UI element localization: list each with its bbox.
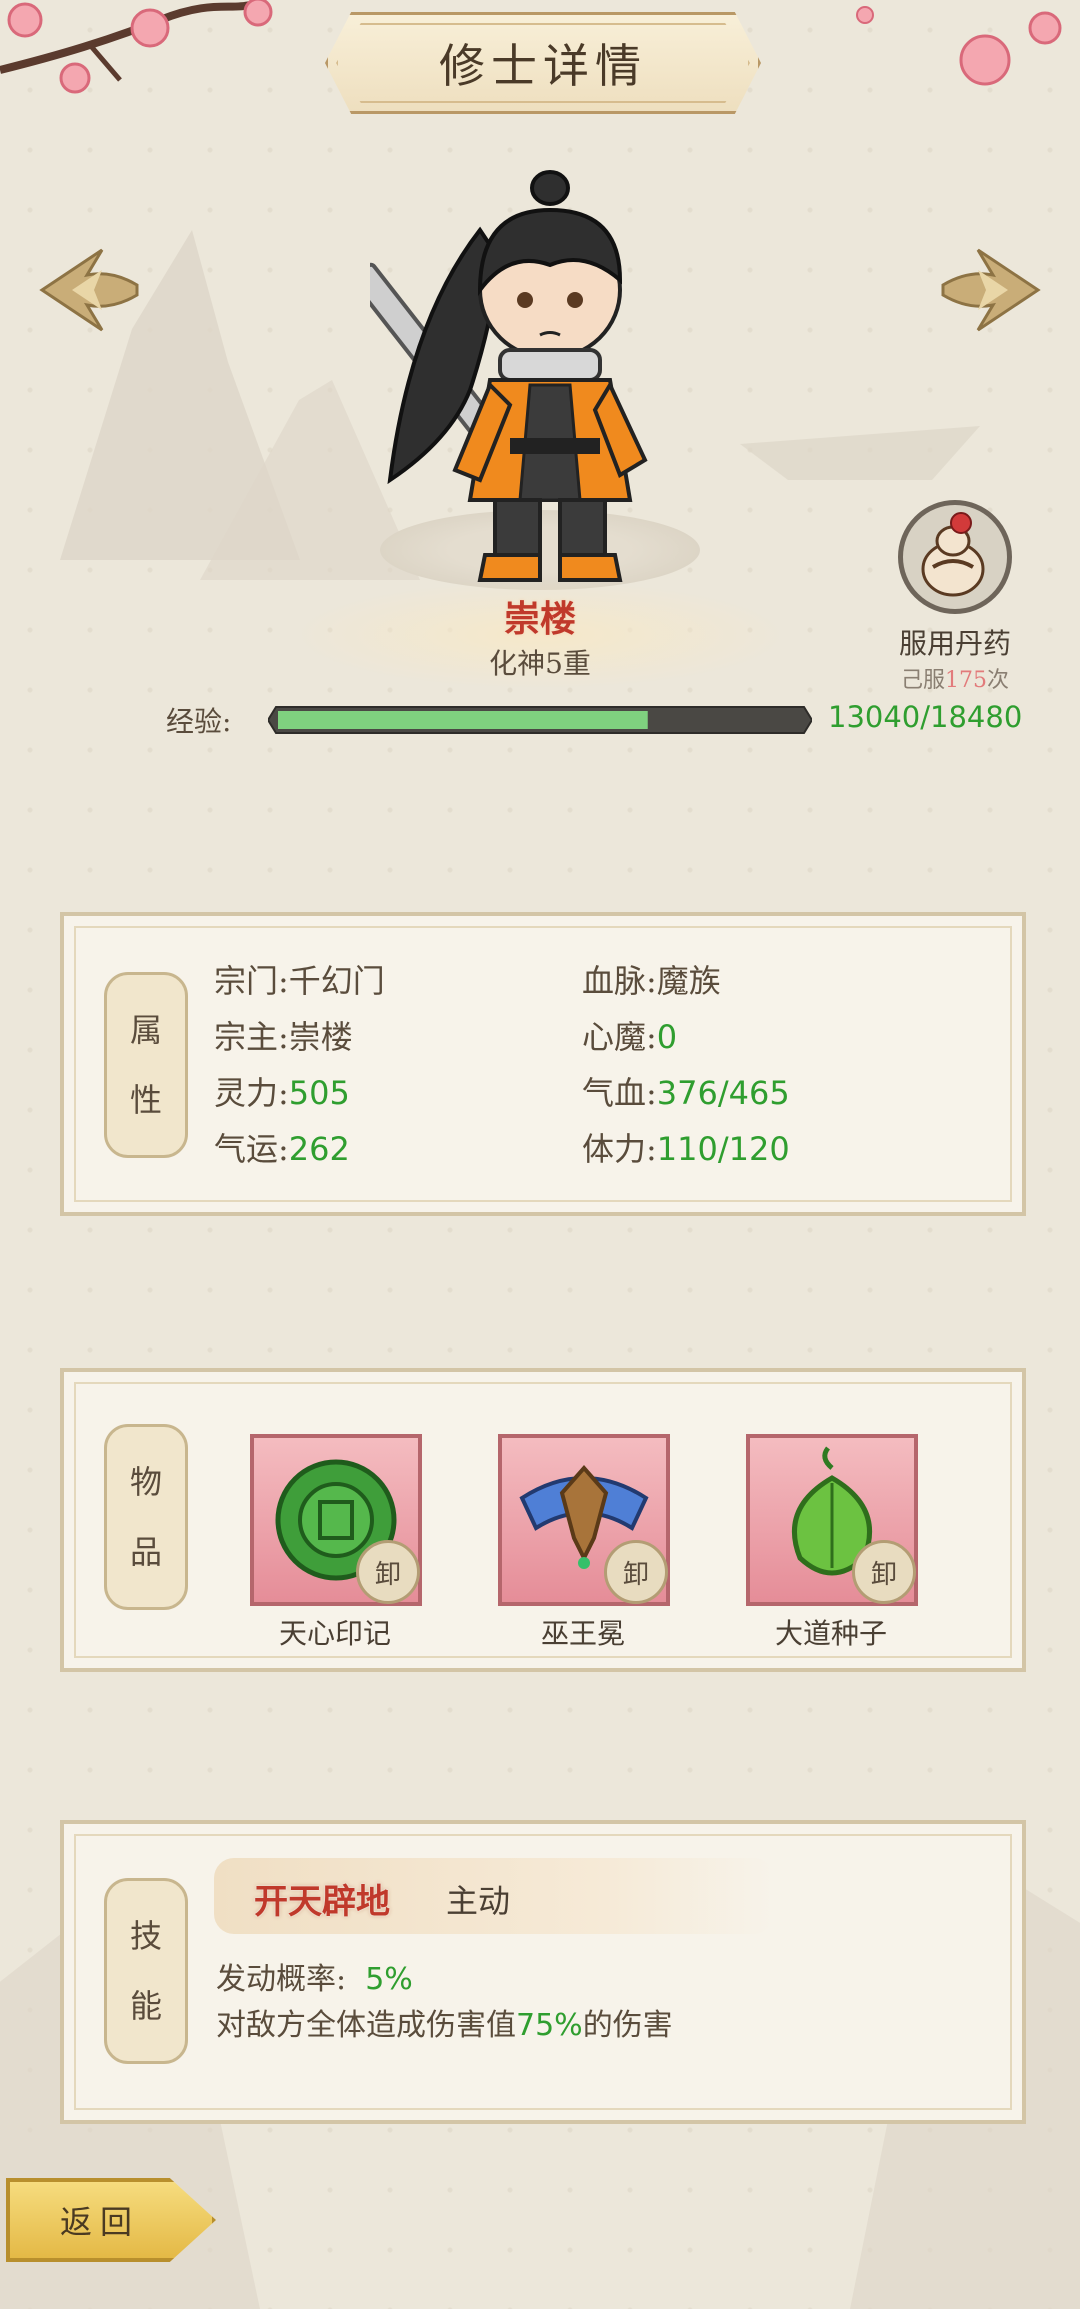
skill-panel: 技 能 开天辟地 主动 发动概率: 5% 对敌方全体造成伤害值75%的伤害 (60, 1820, 1026, 2124)
item-name: 天心印记 (278, 1617, 391, 1650)
skill-header: 开天辟地 主动 (214, 1858, 774, 1934)
hero-name-banner: 崇楼 化神5重 (290, 580, 790, 690)
attr-stamina: 体力:110/120 (582, 1130, 790, 1168)
take-pill-label: 服用丹药 (898, 627, 1011, 660)
pill-count-value: 175 (945, 668, 987, 693)
items-tab: 物 品 (104, 1424, 188, 1610)
hero-portrait (370, 170, 648, 582)
hero-rank: 化神5重 (489, 647, 591, 680)
plum-blossom-branch-left (0, 0, 273, 94)
item-slot[interactable]: 卸 大道种子 (746, 1434, 918, 1652)
attributes-tab-char: 性 (129, 1081, 162, 1119)
item-slot[interactable]: 卸 天心印记 (250, 1434, 422, 1652)
page-title: 修士详情 (439, 39, 647, 93)
skill-type: 主动 (446, 1882, 511, 1920)
exp-progress-bar (268, 706, 812, 734)
attr-spirit: 灵力:505 (214, 1074, 350, 1112)
unequip-button[interactable]: 卸 (852, 1540, 916, 1604)
pill-count: 己服175次 (895, 662, 1015, 694)
exp-label: 经验: (166, 705, 232, 738)
attr-bloodline: 血脉:魔族 (582, 962, 721, 1000)
skill-name: 开天辟地 (254, 1882, 390, 1922)
skill-chance: 发动概率: 5% (216, 1962, 413, 1997)
next-hero-button[interactable] (938, 240, 1048, 340)
take-pill-button[interactable]: 服用丹药 己服175次 (895, 500, 1015, 693)
pill-count-prefix: 己服 (900, 668, 945, 693)
pill-count-suffix: 次 (987, 668, 1010, 693)
attributes-panel: 属 性 宗门:千幻门 血脉:魔族 宗主:崇楼 心魔:0 灵力:505 气血:37… (60, 912, 1026, 1216)
items-tab-char: 物 (129, 1463, 162, 1501)
hero-name: 崇楼 (503, 598, 576, 640)
background-boat (740, 426, 980, 480)
item-icon-box: 卸 (746, 1434, 918, 1606)
attr-hp: 气血:376/465 (582, 1074, 790, 1112)
attributes-tab-char: 属 (129, 1011, 162, 1049)
item-name: 大道种子 (774, 1617, 887, 1650)
item-name: 巫王冕 (540, 1617, 625, 1650)
skill-tab: 技 能 (104, 1878, 188, 2064)
back-button-label: 返回 (60, 2203, 141, 2241)
items-panel: 物 品 卸 天心印记 卸 巫王冕 卸 大道种子 (60, 1368, 1026, 1672)
arrow-right-icon (941, 248, 1041, 332)
attributes-tab: 属 性 (104, 972, 188, 1158)
prev-hero-button[interactable] (32, 240, 142, 340)
title-banner: 修士详情 (325, 12, 761, 114)
arrow-left-icon (39, 248, 139, 332)
item-icon-box: 卸 (498, 1434, 670, 1606)
unequip-button[interactable]: 卸 (356, 1540, 420, 1604)
items-tab-char: 品 (129, 1533, 162, 1571)
attr-sect: 宗门:千幻门 (214, 962, 385, 1000)
skill-tab-char: 能 (129, 1987, 162, 2025)
item-icon-box: 卸 (250, 1434, 422, 1606)
unequip-button[interactable]: 卸 (604, 1540, 668, 1604)
attr-master: 宗主:崇楼 (214, 1018, 353, 1056)
exp-progress-fill (278, 711, 648, 729)
item-slot[interactable]: 卸 巫王冕 (498, 1434, 670, 1652)
skill-description: 对敌方全体造成伤害值75%的伤害 (216, 2008, 673, 2043)
pill-gourd-icon (898, 500, 1012, 614)
skill-tab-char: 技 (129, 1917, 162, 1955)
exp-value: 13040/18480 (828, 700, 1023, 734)
attr-luck: 气运:262 (214, 1130, 350, 1168)
attr-demon: 心魔:0 (582, 1018, 678, 1056)
plum-blossom-right (856, 6, 1062, 86)
